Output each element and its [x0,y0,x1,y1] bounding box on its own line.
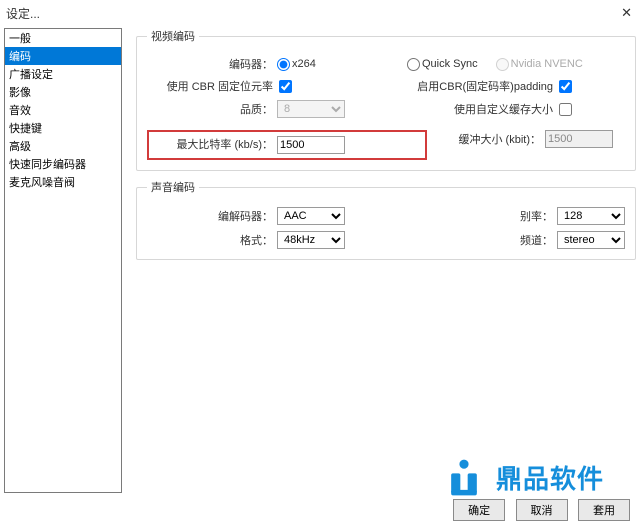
sidebar: 一般 编码 广播设定 影像 音效 快捷键 高级 快速同步编码器 麦克风噪音阀 [4,28,122,493]
sidebar-item-general[interactable]: 一般 [5,29,121,47]
encoder-quicksync-radio[interactable]: Quick Sync [407,58,478,71]
max-bitrate-highlight: 最大比特率 (kb/s)： [147,130,427,160]
quality-label: 品质： [147,101,277,117]
codec-select[interactable]: AAC [277,207,345,225]
custom-buffer-checkbox[interactable] [559,103,572,116]
channel-select[interactable]: stereo [557,231,625,249]
encoder-x264-radio[interactable]: x264 [277,58,316,71]
video-encoding-group: 视频编码 编码器： x264 Quick Sync Nvidia NVENC 使… [136,28,636,171]
quality-select: 8 [277,100,345,118]
video-legend: 视频编码 [147,28,199,44]
sidebar-item-video[interactable]: 影像 [5,83,121,101]
cbr-padding-checkbox[interactable] [559,80,572,93]
use-cbr-label: 使用 CBR 固定位元率 [147,78,277,94]
codec-label: 编解码器： [147,208,277,224]
buffer-size-input [545,130,613,148]
encoder-nvenc-radio: Nvidia NVENC [496,58,583,71]
channel-label: 频道： [407,232,557,248]
close-icon[interactable]: ✕ [621,5,632,21]
audio-legend: 声音编码 [147,179,199,195]
bitrate-select[interactable]: 128 [557,207,625,225]
sidebar-item-audio[interactable]: 音效 [5,101,121,119]
format-select[interactable]: 48kHz [277,231,345,249]
custom-buffer-label: 使用自定义缓存大小 [407,101,557,117]
max-bitrate-label: 最大比特率 (kb/s)： [155,136,277,154]
sidebar-item-hotkeys[interactable]: 快捷键 [5,119,121,137]
max-bitrate-input[interactable] [277,136,345,154]
sidebar-item-advanced[interactable]: 高级 [5,137,121,155]
sidebar-item-broadcast[interactable]: 广播设定 [5,65,121,83]
use-cbr-checkbox[interactable] [279,80,292,93]
bitrate-label: 别率： [407,208,557,224]
ok-button[interactable]: 确定 [453,499,505,521]
audio-encoding-group: 声音编码 编解码器： AAC 别率： 128 格式： 48kHz 频道： [136,179,636,260]
window-title: 设定... [6,5,40,22]
cancel-button[interactable]: 取消 [516,499,568,521]
sidebar-item-encoding[interactable]: 编码 [5,47,121,65]
cbr-padding-label: 启用CBR(固定码率)padding [407,78,557,94]
encoder-label: 编码器： [147,56,277,72]
format-label: 格式： [147,232,277,248]
sidebar-item-mic-noise-gate[interactable]: 麦克风噪音阀 [5,173,121,191]
sidebar-item-quicksync-encoder[interactable]: 快速同步编码器 [5,155,121,173]
apply-button[interactable]: 套用 [578,499,630,521]
buffer-size-label: 缓冲大小 (kbit)： [427,131,545,147]
